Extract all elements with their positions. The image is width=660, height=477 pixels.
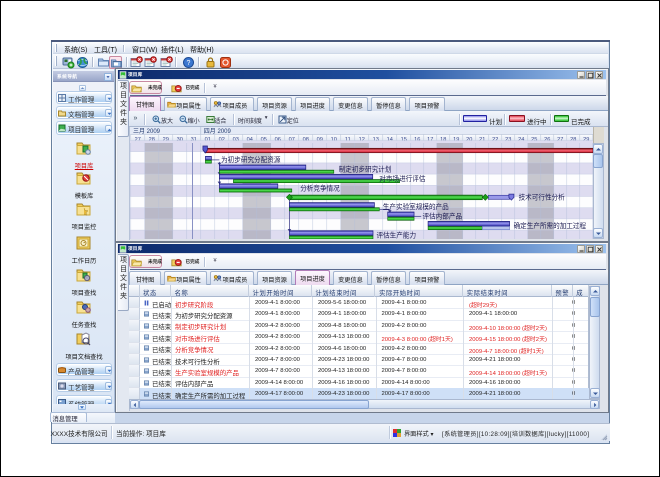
svg-text:生产实验室规模的产品: 生产实验室规模的产品	[382, 202, 448, 211]
svg-text:三月 2009: 三月 2009	[133, 128, 161, 135]
svg-text:确定生产所需的加工过程: 确定生产所需的加工过程	[513, 221, 586, 230]
svg-text:?: ?	[187, 60, 191, 67]
svg-text:制定初步研究计划: 制定初步研究计划	[338, 165, 391, 174]
svg-text:技术可行性分析: 技术可行性分析	[518, 193, 565, 202]
svg-text:评估生产能力: 评估生产能力	[376, 230, 416, 239]
svg-text:为初步研究分配资源: 为初步研究分配资源	[221, 155, 281, 164]
svg-text:评估内部产品: 评估内部产品	[422, 212, 462, 221]
svg-text:四月 2009: 四月 2009	[203, 128, 231, 135]
svg-text:分析竞争情况: 分析竞争情况	[300, 183, 340, 192]
svg-text:对市场进行评估: 对市场进行评估	[379, 174, 426, 183]
